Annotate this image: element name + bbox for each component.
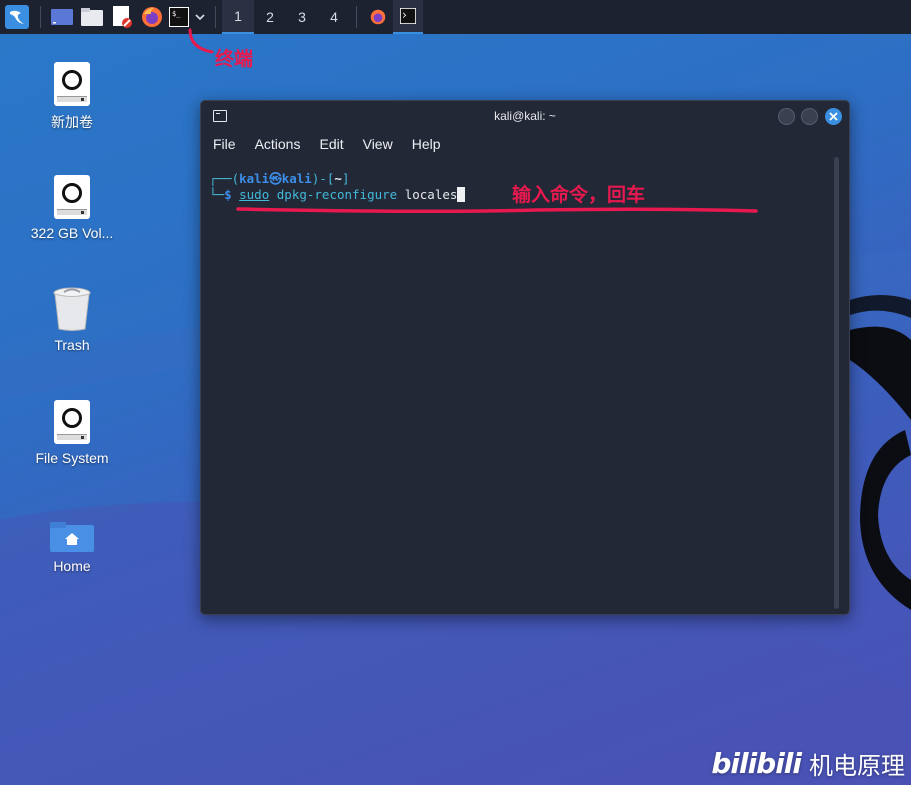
- taskbar-separator: [40, 6, 41, 28]
- workspace-3[interactable]: 3: [286, 0, 318, 34]
- terminal-window[interactable]: kali@kali: ~ File Actions Edit View Help…: [200, 100, 850, 615]
- svg-text:$_: $_: [172, 10, 181, 18]
- prompt-open: ┌──(: [209, 171, 240, 186]
- menu-file[interactable]: File: [211, 136, 238, 152]
- text-editor-icon: [113, 6, 132, 28]
- drive-icon: [54, 175, 90, 219]
- taskbar-firefox-window[interactable]: [363, 0, 393, 34]
- prompt-sep: )-[: [311, 171, 335, 186]
- desktop-icon-file-system[interactable]: File System: [17, 400, 127, 466]
- firefox-launcher[interactable]: [137, 0, 167, 34]
- drive-icon: [54, 400, 90, 444]
- menu-actions[interactable]: Actions: [253, 136, 303, 152]
- close-icon: [829, 112, 838, 121]
- kali-menu-button[interactable]: [0, 0, 34, 34]
- watermark-text: 机电原理: [809, 752, 905, 780]
- desktop-icon-label: Trash: [54, 337, 90, 353]
- terminal-output[interactable]: ┌──(kali㉿kali)-[~] └─$ sudo dpkg-reconfi…: [209, 171, 829, 611]
- workspace-2[interactable]: 2: [254, 0, 286, 34]
- maximize-button[interactable]: [801, 108, 818, 125]
- terminal-icon: [400, 8, 416, 24]
- taskbar-terminal-window[interactable]: [393, 0, 423, 34]
- drive-icon: [54, 62, 90, 106]
- command-sudo: sudo: [239, 187, 270, 202]
- home-folder-icon: [50, 522, 94, 552]
- prompt-dir: ~: [334, 171, 342, 186]
- desktop-icon-label: 新加卷: [51, 114, 93, 130]
- workspace-1[interactable]: 1: [222, 0, 254, 34]
- annotation-command-note: 输入命令，回车: [512, 184, 646, 206]
- kali-dragon-icon: [5, 5, 29, 29]
- desktop-icon-trash[interactable]: Trash: [17, 287, 127, 353]
- desktop-icon-322gb-volume[interactable]: 322 GB Vol...: [17, 175, 127, 241]
- taskbar: $_ 1 2 3 4: [0, 0, 911, 34]
- firefox-icon: [370, 9, 386, 25]
- minimize-button[interactable]: [778, 108, 795, 125]
- terminal-menubar: File Actions Edit View Help: [201, 131, 849, 157]
- terminal-icon: $_: [169, 7, 189, 27]
- workspace-4[interactable]: 4: [318, 0, 350, 34]
- prompt-dollar: $: [224, 187, 232, 202]
- desktop-icon-new-volume[interactable]: 新加卷: [17, 62, 127, 132]
- prompt-user-host: kali㉿kali: [239, 171, 312, 186]
- bilibili-logo: bilibili: [711, 747, 802, 780]
- file-manager-launcher[interactable]: [77, 0, 107, 34]
- close-button[interactable]: [825, 108, 842, 125]
- terminal-titlebar[interactable]: kali@kali: ~: [201, 101, 849, 131]
- desktop-icon: [51, 9, 73, 25]
- chevron-down-icon: [195, 14, 205, 20]
- menu-view[interactable]: View: [361, 136, 395, 152]
- firefox-icon: [142, 7, 162, 27]
- taskbar-separator: [356, 6, 357, 28]
- prompt-second-prefix: └─: [209, 187, 225, 202]
- desktop-icon-label: File System: [35, 450, 109, 466]
- desktop-icon-home[interactable]: Home: [17, 522, 127, 574]
- taskbar-separator: [215, 6, 216, 28]
- window-title: kali@kali: ~: [494, 109, 556, 123]
- bilibili-watermark: bilibili 机电原理: [711, 746, 905, 781]
- text-cursor: [457, 187, 466, 202]
- menu-help[interactable]: Help: [410, 136, 443, 152]
- trash-icon: [53, 287, 91, 331]
- desktop-icon-label: Home: [53, 558, 91, 574]
- command-name: dpkg-reconfigure: [276, 187, 398, 202]
- prompt-close: ]: [341, 171, 350, 186]
- text-editor-launcher[interactable]: [107, 0, 137, 34]
- show-desktop-button[interactable]: [47, 0, 77, 34]
- annotation-underline: [236, 207, 758, 214]
- menu-edit[interactable]: Edit: [317, 136, 345, 152]
- command-arg: locales: [404, 187, 458, 202]
- desktop-icon-label: 322 GB Vol...: [30, 225, 114, 241]
- annotation-terminal-label: 终端: [215, 48, 254, 70]
- terminal-scrollbar[interactable]: [834, 157, 839, 609]
- terminal-icon: [213, 110, 227, 122]
- folder-icon: [81, 8, 103, 26]
